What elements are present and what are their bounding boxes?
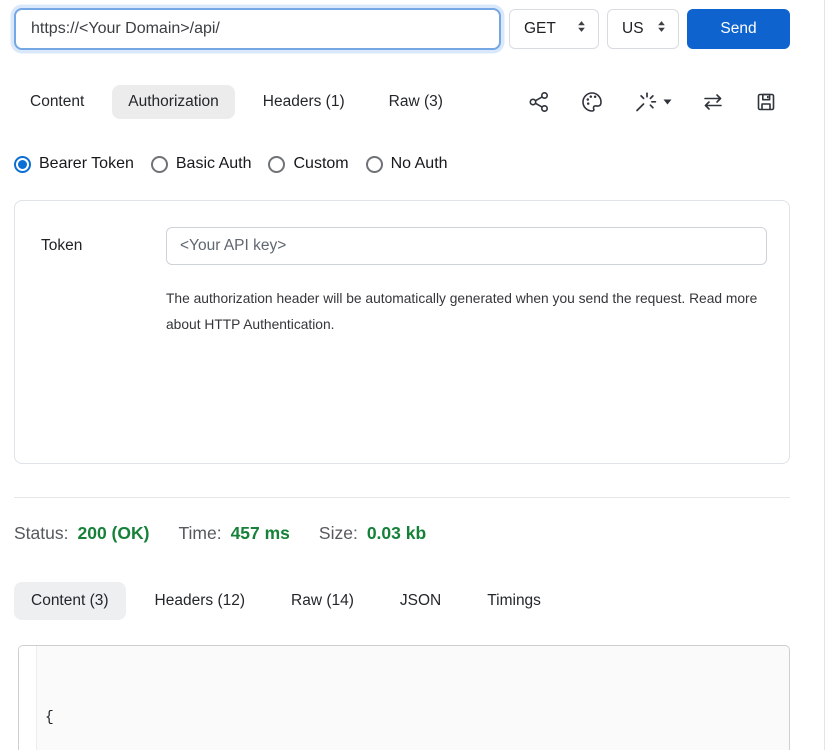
auth-option-label: Custom [293,155,348,173]
response-json: { "message": "API running." } [37,646,298,750]
region-select-value: US [622,20,644,38]
send-button[interactable]: Send [687,9,790,49]
resp-tab-timings[interactable]: Timings [470,582,558,620]
token-help-line-2: about HTTP Authentication. [166,312,759,338]
time-label: Time: [178,523,221,544]
method-select[interactable]: GET [509,9,599,49]
auth-type-options: Bearer Token Basic Auth Custom No Auth [14,154,790,174]
status-label: Status: [14,523,68,544]
right-panel-divider [824,0,825,750]
save-icon[interactable] [754,90,778,114]
request-tabs-row: Content Authorization Headers (1) Raw (3… [14,83,790,120]
radio-basic-auth[interactable] [151,156,168,173]
json-open-brace: { [45,710,54,726]
auth-option-bearer[interactable]: Bearer Token [14,155,134,173]
region-select[interactable]: US [607,9,679,49]
toolbar [527,90,790,114]
palette-icon[interactable] [580,90,604,114]
updown-arrows-icon [575,19,588,39]
status-value: 200 (OK) [77,523,149,544]
response-tabs: Content (3) Headers (12) Raw (14) JSON T… [14,581,790,621]
response-body-viewer: { "message": "API running." } [18,645,790,750]
swap-arrows-icon[interactable] [701,90,725,114]
size-label: Size: [319,523,358,544]
request-tabs: Content Authorization Headers (1) Raw (3… [14,85,459,119]
resp-tab-content[interactable]: Content (3) [14,582,126,620]
share-icon[interactable] [527,90,551,114]
magic-wand-icon[interactable] [633,90,672,114]
token-help-line-1: The authorization header will be automat… [166,286,759,312]
radio-bearer-token[interactable] [14,156,31,173]
api-client-page: GET US Send Content Authorization Header… [0,0,837,750]
request-bar: GET US Send [14,8,790,50]
method-select-value: GET [524,20,556,38]
tab-authorization[interactable]: Authorization [112,85,234,119]
auth-option-custom[interactable]: Custom [268,155,348,173]
time-value: 457 ms [231,523,290,544]
resp-tab-headers[interactable]: Headers (12) [138,582,262,620]
caret-down-icon [663,99,672,105]
resp-tab-json[interactable]: JSON [383,582,458,620]
url-input[interactable] [14,8,501,50]
auth-option-label: Basic Auth [176,155,252,173]
bearer-token-panel: Token The authorization header will be a… [14,200,790,464]
token-help-text: The authorization header will be automat… [166,286,759,337]
response-status-bar: Status: 200 (OK) Time: 457 ms Size: 0.03… [14,523,790,544]
section-divider [14,497,790,498]
auth-option-basic[interactable]: Basic Auth [151,155,252,173]
radio-custom[interactable] [268,156,285,173]
code-gutter [19,646,37,750]
auth-option-label: Bearer Token [39,155,134,173]
updown-arrows-icon [655,19,668,39]
auth-option-label: No Auth [391,155,448,173]
tab-headers[interactable]: Headers (1) [247,85,361,119]
resp-tab-raw[interactable]: Raw (14) [274,582,371,620]
tab-content[interactable]: Content [14,85,100,119]
token-label: Token [15,227,166,265]
tab-raw[interactable]: Raw (3) [373,85,459,119]
radio-no-auth[interactable] [366,156,383,173]
auth-option-no-auth[interactable]: No Auth [366,155,448,173]
token-input[interactable] [166,227,767,265]
size-value: 0.03 kb [367,523,426,544]
